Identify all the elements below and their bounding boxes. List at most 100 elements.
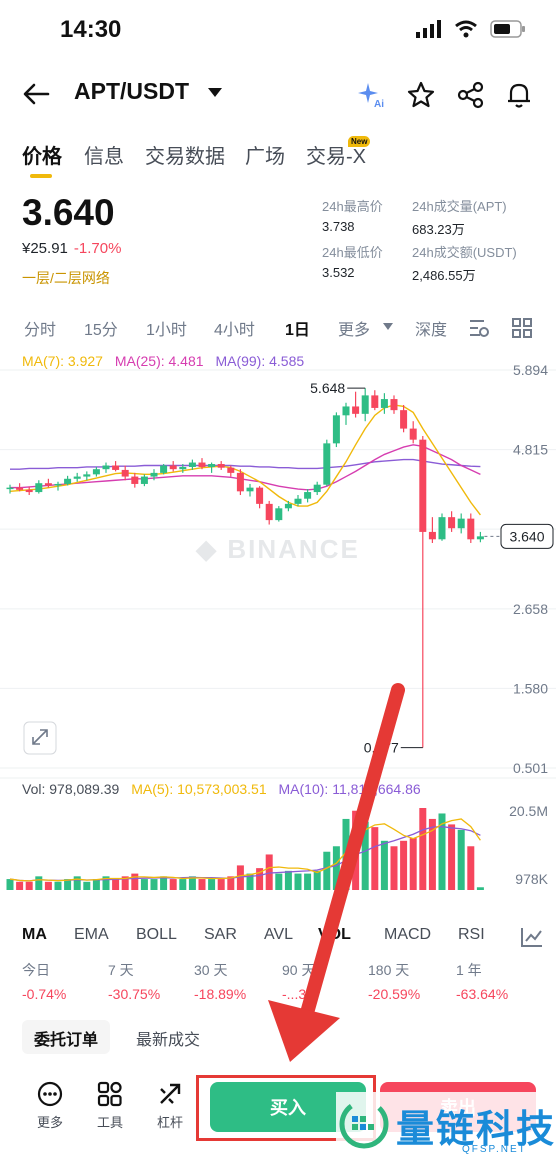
candle-body: [198, 462, 206, 467]
interval-timeshare[interactable]: 分时: [24, 316, 56, 340]
candle-body: [44, 483, 52, 486]
candle-body: [208, 464, 216, 467]
candle-body: [150, 472, 158, 477]
watermark-site: QFSP.NET: [462, 1144, 527, 1155]
volume-bar: [208, 879, 216, 890]
more-label: 更多: [36, 1115, 63, 1130]
candle-body: [294, 498, 302, 504]
stat-amount-value: 2,486.55万: [412, 268, 476, 283]
grid-layout-icon[interactable]: [512, 318, 532, 338]
pair-title[interactable]: APT/USDT: [74, 78, 189, 105]
tab-trading-data[interactable]: 交易数据: [145, 140, 225, 169]
tab-info[interactable]: 信息: [84, 140, 124, 169]
tab-latest-trades[interactable]: 最新成交: [124, 1020, 212, 1054]
period-30d: 30 天 -18.89%: [194, 960, 246, 1002]
volume-bar: [400, 840, 408, 890]
interval-4h[interactable]: 4小时: [214, 316, 255, 340]
period-label: 30 天: [194, 962, 228, 978]
chart-watermark: ◆ BINANCE: [195, 534, 360, 564]
indicator-chart-icon[interactable]: [520, 926, 544, 948]
wifi-icon: [455, 20, 477, 38]
stat-volume-value: 683.23万: [412, 222, 465, 237]
period-today: 今日 -0.74%: [22, 960, 66, 1002]
indicator-avl[interactable]: AVL: [264, 926, 293, 944]
stat-amount: 24h成交额(USDT) 2,486.55万: [412, 242, 517, 284]
stat-volume-label: 24h成交量(APT): [412, 199, 507, 214]
tab-price[interactable]: 价格: [22, 140, 62, 169]
candle-body: [246, 487, 254, 492]
network-tag[interactable]: 一层/二层网络: [22, 268, 110, 288]
last-price: 3.640: [22, 192, 115, 233]
candle-body: [188, 462, 196, 467]
more-button[interactable]: 更多: [28, 1080, 72, 1131]
candle-body: [179, 466, 187, 470]
candle-body: [476, 536, 484, 540]
candle-body: [467, 518, 475, 540]
interval-1h[interactable]: 1小时: [146, 316, 187, 340]
candle-body: [227, 467, 235, 473]
pair-dropdown-icon[interactable]: [208, 88, 222, 97]
interval-15m[interactable]: 15分: [84, 316, 118, 340]
leverage-button[interactable]: 杠杆: [148, 1080, 192, 1131]
back-arrow-icon[interactable]: [20, 78, 52, 110]
signal-icon: [416, 20, 441, 38]
indicator-ema[interactable]: EMA: [74, 926, 109, 944]
volume-bar: [83, 881, 91, 890]
volume-bar: [131, 873, 139, 890]
period-value: -20.59%: [368, 986, 421, 1002]
low-marker-label: 0.777: [364, 740, 399, 756]
indicator-vol[interactable]: VOL: [318, 926, 351, 944]
indicator-boll[interactable]: BOLL: [136, 926, 177, 944]
indicator-ma[interactable]: MA: [22, 926, 47, 944]
tools-icon: [97, 1081, 122, 1107]
period-180d: 180 天 -20.59%: [368, 960, 420, 1002]
period-label: 90 天: [282, 962, 316, 978]
stat-high-label: 24h最高价: [322, 199, 383, 214]
volume-axis-label: 20.5M: [509, 803, 548, 819]
period-7d: 7 天 -30.75%: [108, 960, 160, 1002]
candle-body: [92, 469, 100, 475]
tab-square[interactable]: 广场: [245, 140, 285, 169]
volume-bar: [294, 873, 302, 890]
indicator-tabs: MA EMA BOLL SAR AVL VOL MACD RSI: [0, 926, 556, 952]
indicator-rsi[interactable]: RSI: [458, 926, 485, 944]
interval-depth[interactable]: 深度: [415, 316, 447, 340]
candle-body: [380, 399, 388, 408]
tab-open-orders[interactable]: 委托订单: [22, 1020, 111, 1054]
indicator-sar[interactable]: SAR: [204, 926, 237, 944]
share-icon[interactable]: [456, 80, 486, 110]
interval-more-caret-icon[interactable]: [383, 323, 393, 330]
star-icon[interactable]: [406, 80, 436, 110]
tools-button[interactable]: 工具: [88, 1080, 132, 1131]
volume-bar: [6, 879, 14, 890]
chart-settings-icon[interactable]: [468, 318, 490, 338]
ai-sparkle-icon[interactable]: Ai: [356, 80, 386, 110]
candle-body: [140, 476, 148, 484]
volume-bar: [198, 879, 206, 890]
candle-body: [419, 439, 427, 532]
volume-bar: [92, 879, 100, 890]
volume-bar: [304, 873, 312, 890]
vol-ma10-legend: MA(10): 11,812,664.86: [278, 781, 421, 797]
volume-bar: [25, 881, 33, 890]
svg-text:Ai: Ai: [374, 99, 384, 110]
interval-more[interactable]: 更多: [338, 316, 370, 340]
candle-body: [323, 443, 331, 485]
stat-amount-label: 24h成交额(USDT): [412, 245, 517, 260]
indicator-macd[interactable]: MACD: [384, 926, 431, 944]
interval-1d[interactable]: 1日: [285, 316, 310, 340]
volume-bar: [380, 840, 388, 890]
volume-axis-label: 978K: [515, 871, 548, 887]
battery-icon: [490, 20, 525, 38]
candlestick-chart[interactable]: 5.8944.8153.7372.6581.5800.501◆ BINANCE3…: [0, 345, 556, 895]
status-icons: [416, 20, 526, 38]
candle-body: [284, 503, 292, 509]
volume-bar: [140, 879, 148, 890]
candle-body: [371, 395, 379, 408]
bell-icon[interactable]: [504, 80, 534, 110]
status-time: 14:30: [60, 16, 122, 43]
active-tab-indicator: [30, 174, 52, 178]
period-performance: 今日 -0.74% 7 天 -30.75% 30 天 -18.89% 90 天 …: [0, 960, 556, 1010]
candle-body: [112, 465, 120, 470]
watermark-logo-icon: [339, 1099, 389, 1149]
